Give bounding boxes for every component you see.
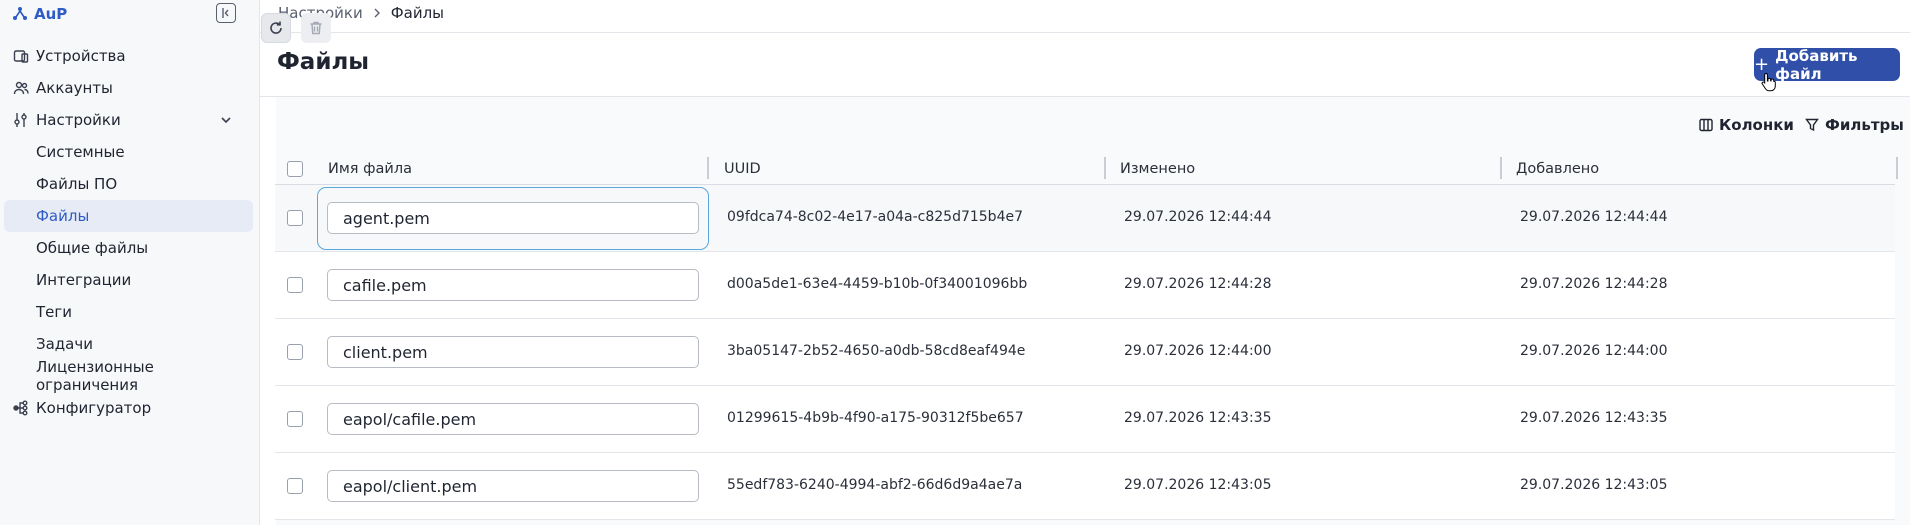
sidebar-item-configurator[interactable]: Конфигуратор — [0, 392, 259, 424]
header-name[interactable]: Имя файла — [328, 152, 412, 185]
added-cell: 29.07.2026 12:44:00 — [1520, 343, 1668, 359]
file-name-field[interactable]: agent.pem — [327, 202, 699, 234]
file-name-field[interactable]: client.pem — [327, 336, 699, 368]
uuid-cell: 3ba05147-2b52-4650-a0db-58cd8eaf494e — [727, 343, 1026, 359]
added-cell: 29.07.2026 12:44:28 — [1520, 276, 1668, 292]
sidebar-item-settings[interactable]: Настройки — [0, 104, 259, 136]
sidebar-item-label: Аккаунты — [36, 79, 113, 97]
sidebar-nav: Устройства Аккаунты Настройки Системные … — [0, 40, 259, 424]
table-row[interactable]: eapol/cafile.pem 01299615-4b9b-4f90-a175… — [275, 386, 1895, 453]
sidebar-item-system[interactable]: Системные — [4, 136, 253, 168]
sidebar-item-files[interactable]: Файлы — [4, 200, 253, 232]
changed-cell: 29.07.2026 12:44:28 — [1124, 276, 1272, 292]
plus-icon: + — [1754, 53, 1770, 75]
changed-cell: 29.07.2026 12:44:00 — [1124, 343, 1272, 359]
table-header: Имя файла UUID Изменено Добавлено — [275, 152, 1898, 185]
filters-button[interactable]: Фильтры — [1805, 116, 1904, 134]
column-resizer[interactable] — [1104, 157, 1106, 179]
added-cell: 29.07.2026 12:44:44 — [1520, 209, 1668, 225]
files-table: Имя файла UUID Изменено Добавлено agent.… — [275, 152, 1898, 520]
brand[interactable]: AuP — [12, 3, 67, 25]
sidebar: AuP Устройства Аккаунты Настройки Систем… — [0, 0, 260, 525]
column-resizer[interactable] — [1500, 157, 1502, 179]
changed-cell: 29.07.2026 12:43:05 — [1124, 477, 1272, 493]
columns-icon — [1699, 118, 1713, 132]
column-resizer[interactable] — [707, 157, 709, 179]
table-row[interactable]: cafile.pem d00a5de1-63e4-4459-b10b-0f340… — [275, 252, 1895, 319]
sidebar-item-devices[interactable]: Устройства — [0, 40, 259, 72]
file-name-field[interactable]: eapol/client.pem — [327, 470, 699, 502]
table-row[interactable]: client.pem 3ba05147-2b52-4650-a0db-58cd8… — [275, 319, 1895, 386]
delete-button[interactable] — [301, 13, 331, 43]
file-name-field[interactable]: cafile.pem — [327, 269, 699, 301]
page-title: Файлы — [277, 49, 370, 75]
file-name-field[interactable]: eapol/cafile.pem — [327, 403, 699, 435]
uuid-cell: 01299615-4b9b-4f90-a175-90312f5be657 — [727, 410, 1024, 426]
trash-icon — [310, 21, 322, 35]
uuid-cell: 55edf783-6240-4994-abf2-66d6d9a4ae7a — [727, 477, 1023, 493]
changed-cell: 29.07.2026 12:44:44 — [1124, 209, 1272, 225]
sidebar-item-firmware-files[interactable]: Файлы ПО — [4, 168, 253, 200]
refresh-button[interactable] — [261, 13, 291, 43]
header-added[interactable]: Добавлено — [1516, 152, 1599, 185]
brand-name: AuP — [34, 5, 68, 23]
header-changed[interactable]: Изменено — [1120, 152, 1195, 185]
breadcrumb-current: Файлы — [390, 4, 445, 22]
uuid-cell: d00a5de1-63e4-4459-b10b-0f34001096bb — [727, 276, 1028, 292]
columns-label: Колонки — [1719, 116, 1794, 134]
sidebar-item-shared-files[interactable]: Общие файлы — [4, 232, 253, 264]
logo-icon — [12, 6, 28, 22]
header-uuid[interactable]: UUID — [724, 152, 761, 185]
sidebar-item-tags[interactable]: Теги — [4, 296, 253, 328]
filter-icon — [1805, 118, 1819, 132]
settings-sliders-icon — [12, 111, 30, 129]
chevron-right-icon — [374, 8, 380, 18]
row-checkbox[interactable] — [287, 478, 303, 494]
chevron-down-icon — [221, 117, 231, 124]
table-row[interactable]: eapol/client.pem 55edf783-6240-4994-abf2… — [275, 453, 1895, 520]
row-checkbox[interactable] — [287, 344, 303, 360]
sidebar-item-label: Конфигуратор — [36, 399, 152, 417]
column-resizer[interactable] — [1896, 157, 1898, 179]
add-file-label: Добавить файл — [1775, 46, 1858, 83]
row-checkbox[interactable] — [287, 277, 303, 293]
row-checkbox[interactable] — [287, 411, 303, 427]
sidebar-item-accounts[interactable]: Аккаунты — [0, 72, 259, 104]
select-all-checkbox-cell — [287, 152, 303, 185]
devices-icon — [12, 47, 30, 65]
divider — [260, 32, 1910, 33]
collapse-sidebar-button[interactable] — [216, 3, 236, 23]
configurator-icon — [12, 399, 30, 417]
table-row[interactable]: agent.pem 09fdca74-8c02-4e17-a04a-c825d7… — [275, 185, 1895, 252]
filters-label: Фильтры — [1825, 116, 1904, 134]
row-checkbox[interactable] — [287, 210, 303, 226]
sidebar-item-integrations[interactable]: Интеграции — [4, 264, 253, 296]
select-all-checkbox[interactable] — [287, 160, 303, 177]
hand-cursor-icon — [1761, 72, 1776, 92]
added-cell: 29.07.2026 12:43:05 — [1520, 477, 1668, 493]
changed-cell: 29.07.2026 12:43:35 — [1124, 410, 1272, 426]
users-icon — [12, 79, 30, 97]
added-cell: 29.07.2026 12:43:35 — [1520, 410, 1668, 426]
uuid-cell: 09fdca74-8c02-4e17-a04a-c825d715b4e7 — [727, 209, 1023, 225]
sidebar-item-label: Устройства — [36, 47, 126, 65]
sidebar-item-tasks[interactable]: Задачи — [4, 328, 253, 360]
columns-button[interactable]: Колонки — [1699, 116, 1794, 134]
sidebar-item-label: Настройки — [36, 111, 121, 129]
refresh-icon — [270, 21, 282, 34]
sidebar-item-license-limits[interactable]: Лицензионные ограничения — [4, 358, 253, 394]
